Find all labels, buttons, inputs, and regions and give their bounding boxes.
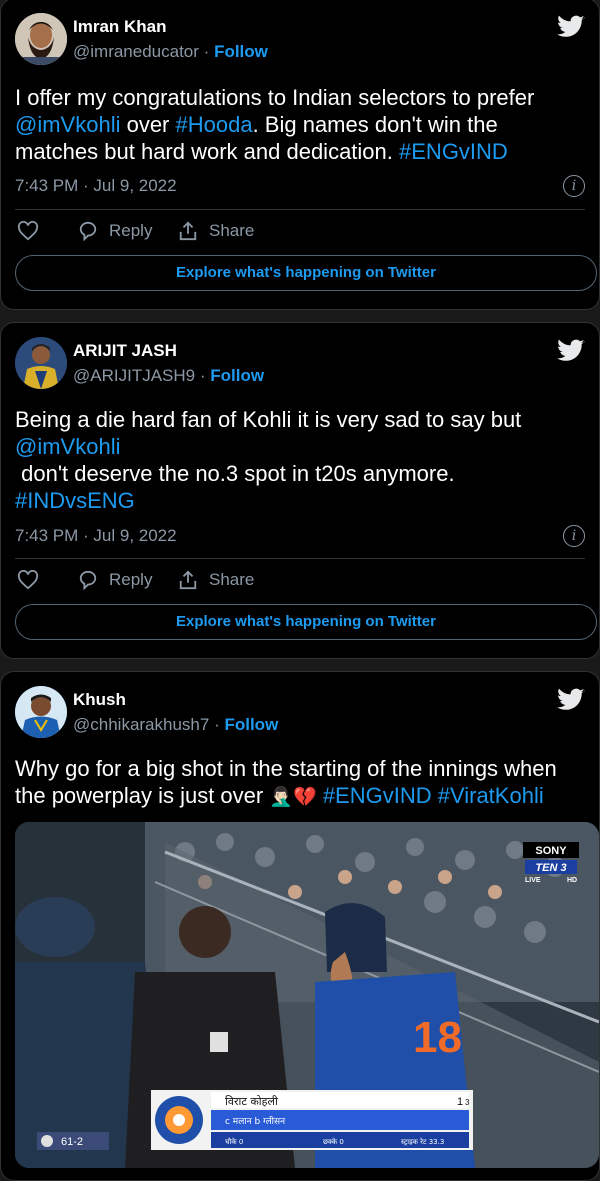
tweet-card-2: ARIJIT JASH @ARIJITJASH9 · Follow Being … <box>0 322 600 659</box>
tweet-photo[interactable]: 18 SONY TEN 3 LIVE HD 61-2 विराट कोहली 1… <box>15 822 599 1168</box>
divider <box>15 558 585 559</box>
share-button[interactable]: Share <box>177 221 254 241</box>
info-icon[interactable]: i <box>563 525 585 547</box>
strike-rate-stat: स्ट्राइक रेट 33.3 <box>401 1137 444 1146</box>
share-label: Share <box>209 221 255 240</box>
batter-runs: 1 <box>457 1096 463 1108</box>
reply-label: Reply <box>109 570 153 589</box>
display-name[interactable]: Imran Khan <box>73 17 167 37</box>
text-line: Why go for a big shot in the starting of… <box>15 756 557 781</box>
avatar-image <box>15 13 67 65</box>
channel-name: TEN 3 <box>535 862 566 874</box>
reply-icon <box>79 570 97 590</box>
share-icon <box>179 570 197 590</box>
user-handle[interactable]: @imraneducator <box>73 42 199 61</box>
live-label: LIVE <box>525 877 541 884</box>
emoji-facepalm-broken-heart: 🤦🏻‍♂️💔 <box>269 787 317 808</box>
tweet-header: Khush @chhikarakhush7 · Follow <box>15 686 585 738</box>
reply-label: Reply <box>109 221 153 240</box>
tweet-header: ARIJIT JASH @ARIJITJASH9 · Follow <box>15 337 585 389</box>
follow-link[interactable]: Follow <box>210 366 264 385</box>
tweet-card-3: Khush @chhikarakhush7 · Follow Why go fo… <box>0 671 600 1181</box>
display-name[interactable]: Khush <box>73 690 126 710</box>
reply-icon <box>79 221 97 241</box>
reply-button[interactable]: Reply <box>77 221 152 241</box>
mention-link[interactable]: @imVkohli <box>15 112 120 137</box>
like-button[interactable] <box>17 221 39 241</box>
avatar-image <box>15 337 67 389</box>
timestamp[interactable]: 7:43 PM · Jul 9, 2022 <box>15 526 177 546</box>
shirt-number: 18 <box>413 1013 462 1062</box>
mention-link[interactable]: @imVkohli <box>15 433 585 460</box>
follow-link[interactable]: Follow <box>224 715 278 734</box>
handle-line: @imraneducator · Follow <box>73 42 268 62</box>
like-button[interactable] <box>17 570 39 590</box>
text-line: Being a die hard fan of Kohli it is very… <box>15 407 522 432</box>
hashtag-link[interactable]: #ENGvIND <box>399 139 508 164</box>
avatar[interactable] <box>15 337 67 389</box>
tweet-header: Imran Khan @imraneducator · Follow <box>15 13 585 65</box>
explore-twitter-button[interactable]: Explore what's happening on Twitter <box>15 604 597 640</box>
twitter-bird-icon[interactable] <box>557 688 585 712</box>
share-icon <box>179 221 197 241</box>
twitter-bird-icon[interactable] <box>557 15 585 39</box>
separator: · <box>203 42 215 61</box>
hd-label: HD <box>567 877 577 884</box>
follow-link[interactable]: Follow <box>214 42 268 61</box>
text-segment: the powerplay is just over <box>15 783 264 808</box>
reply-button[interactable]: Reply <box>77 570 152 590</box>
avatar[interactable] <box>15 13 67 65</box>
divider <box>15 209 585 210</box>
display-name[interactable]: ARIJIT JASH <box>73 341 177 361</box>
timestamp[interactable]: 7:43 PM · Jul 9, 2022 <box>15 176 177 196</box>
sixes-stat: छक्के 0 <box>323 1137 344 1146</box>
hashtag-link[interactable]: #Hooda <box>176 112 253 137</box>
handle-line: @chhikarakhush7 · Follow <box>73 715 278 735</box>
broadcaster-name: SONY <box>535 845 567 857</box>
share-label: Share <box>209 570 255 589</box>
tweet-actions: Reply Share <box>15 221 585 249</box>
info-icon[interactable]: i <box>563 175 585 197</box>
batter-balls: 3 <box>465 1098 470 1107</box>
text-segment: over <box>120 112 176 137</box>
tweet-actions: Reply Share <box>15 570 585 598</box>
avatar[interactable] <box>15 686 67 738</box>
text-line: don't deserve the no.3 spot in t20s anym… <box>15 461 455 486</box>
player-name: विराट कोहली <box>225 1095 278 1108</box>
explore-twitter-button[interactable]: Explore what's happening on Twitter <box>15 255 597 291</box>
heart-icon <box>17 570 39 590</box>
share-button[interactable]: Share <box>177 570 254 590</box>
tweet-text: I offer my congratulations to Indian sel… <box>15 84 585 165</box>
avatar-image <box>15 686 67 738</box>
heart-icon <box>17 221 39 241</box>
fours-stat: चौके 0 <box>225 1137 243 1146</box>
tweet-text: Being a die hard fan of Kohli it is very… <box>15 406 585 514</box>
cricket-photo: 18 SONY TEN 3 LIVE HD 61-2 विराट कोहली 1… <box>15 822 599 1168</box>
dismissal-info: c मलान b ग्लीसन <box>225 1115 286 1127</box>
user-handle[interactable]: @ARIJITJASH9 <box>73 366 195 385</box>
user-handle[interactable]: @chhikarakhush7 <box>73 715 209 734</box>
tweet-text: Why go for a big shot in the starting of… <box>15 755 585 811</box>
twitter-bird-icon[interactable] <box>557 339 585 363</box>
hashtag-link[interactable]: #INDvsENG <box>15 487 585 514</box>
tweet-card-1: Imran Khan @imraneducator · Follow I off… <box>0 0 600 310</box>
separator: · <box>214 715 225 734</box>
separator: · <box>199 366 211 385</box>
handle-line: @ARIJITJASH9 · Follow <box>73 366 264 386</box>
hashtag-links[interactable]: #ENGvIND #ViratKohli <box>323 783 544 808</box>
text-line-2: the powerplay is just over 🤦🏻‍♂️💔 #ENGvI… <box>15 782 585 811</box>
text-segment: I offer my congratulations to Indian sel… <box>15 85 535 110</box>
team-score: 61-2 <box>61 1136 83 1148</box>
